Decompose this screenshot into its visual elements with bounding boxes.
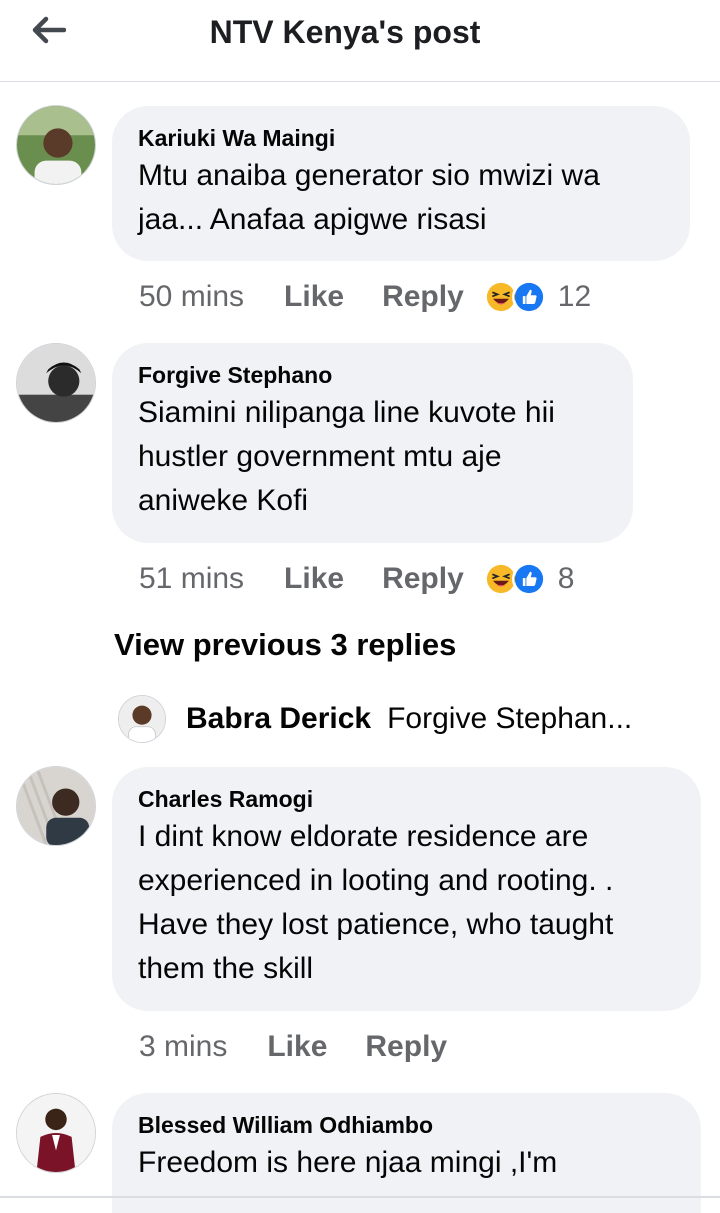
reaction-count[interactable]: 12 xyxy=(558,280,591,314)
reply-button[interactable]: Reply xyxy=(382,562,464,596)
reply-button[interactable]: Reply xyxy=(365,1030,447,1064)
comment-actions: 50 mins Like Reply 12 xyxy=(139,275,591,319)
avatar xyxy=(118,695,166,743)
comment-author[interactable]: Blessed William Odhiambo xyxy=(138,1111,675,1139)
comment-text: Siamini nilipanga line kuvote hii hustle… xyxy=(138,396,555,517)
comment-author[interactable]: Charles Ramogi xyxy=(138,785,675,813)
comment-bubble: Kariuki Wa Maingi Mtu anaiba generator s… xyxy=(112,106,690,261)
comment-time[interactable]: 3 mins xyxy=(139,1030,227,1064)
comment-actions: 3 mins Like Reply xyxy=(139,1025,467,1069)
bottom-divider xyxy=(0,1196,720,1198)
comment-text: I dint know eldorate residence are exper… xyxy=(138,820,614,985)
like-button[interactable]: Like xyxy=(284,562,344,596)
page-title: NTV Kenya's post xyxy=(209,14,481,50)
comment-actions: 51 mins Like Reply 8 xyxy=(139,557,574,601)
like-icon xyxy=(511,562,546,596)
reactions[interactable] xyxy=(483,562,546,596)
avatar[interactable] xyxy=(16,343,96,423)
comment-text: Freedom is here njaa mingi ,I'm xyxy=(138,1146,558,1179)
comment-bubble: Charles Ramogi I dint know eldorate resi… xyxy=(112,767,701,1011)
comment-time[interactable]: 50 mins xyxy=(139,280,244,314)
reply-snippet: Forgive Stephan... xyxy=(387,702,633,735)
avatar[interactable] xyxy=(16,766,96,846)
comment-author[interactable]: Kariuki Wa Maingi xyxy=(138,124,664,152)
comment-time[interactable]: 51 mins xyxy=(139,562,244,596)
avatar[interactable] xyxy=(16,1093,96,1173)
view-previous-replies[interactable]: View previous 3 replies xyxy=(114,627,456,663)
reaction-count[interactable]: 8 xyxy=(558,562,575,596)
like-icon xyxy=(511,280,546,314)
comment-author[interactable]: Forgive Stephano xyxy=(138,361,607,389)
like-button[interactable]: Like xyxy=(284,280,344,314)
reactions[interactable] xyxy=(483,280,546,314)
comment-text: Mtu anaiba generator sio mwizi wa jaa...… xyxy=(138,159,600,236)
header-bar: NTV Kenya's post xyxy=(0,0,720,82)
reply-button[interactable]: Reply xyxy=(382,280,464,314)
reply-author: Babra Derick xyxy=(186,702,372,735)
avatar[interactable] xyxy=(16,105,96,185)
comment-bubble: Forgive Stephano Siamini nilipanga line … xyxy=(112,343,633,543)
like-button[interactable]: Like xyxy=(267,1030,327,1064)
comment-bubble: Blessed William Odhiambo Freedom is here… xyxy=(112,1093,701,1213)
reply-preview[interactable]: Babra Derick Forgive Stephan... xyxy=(118,694,632,744)
